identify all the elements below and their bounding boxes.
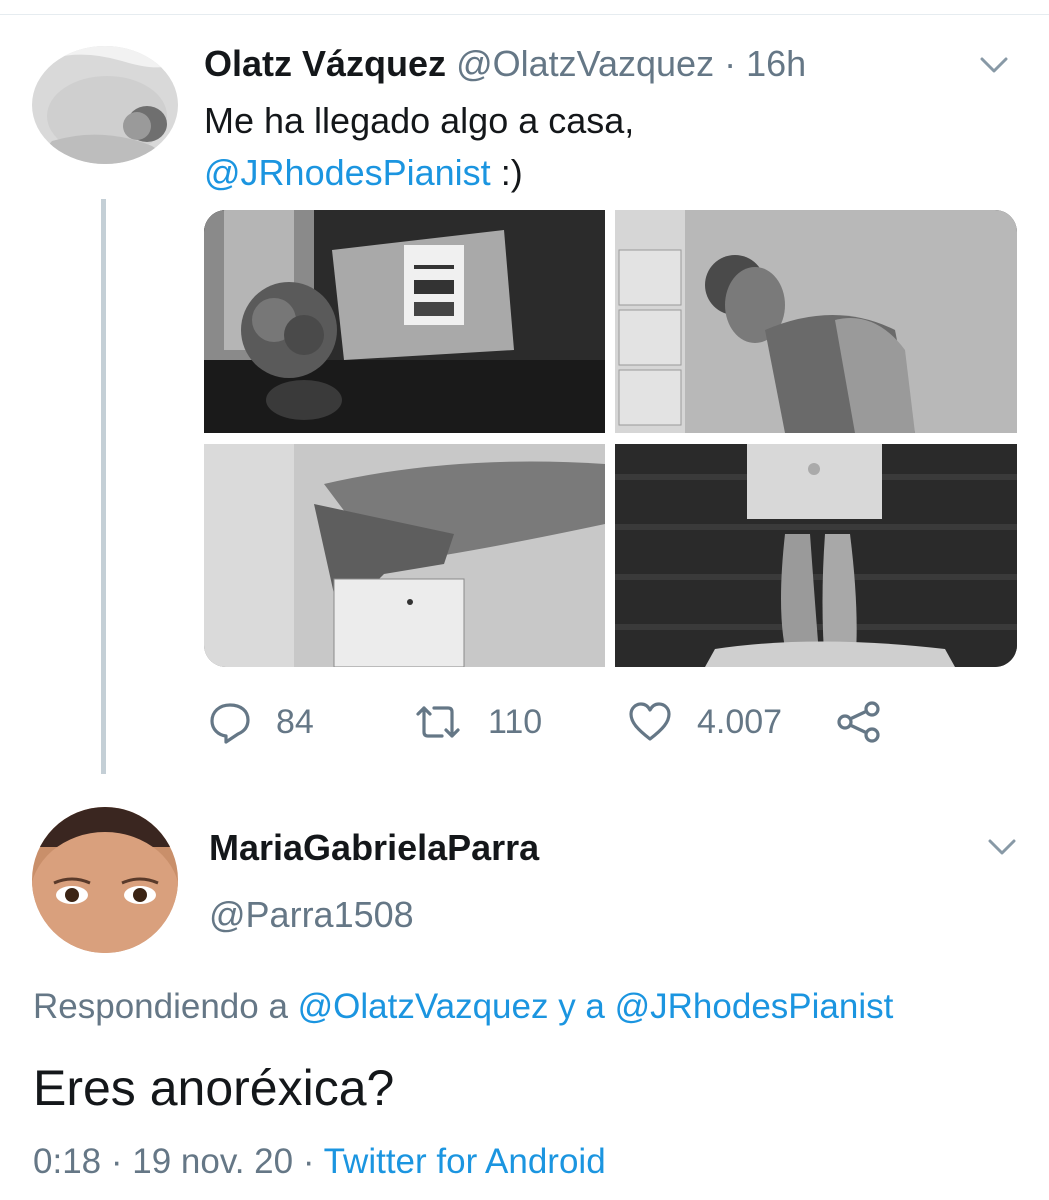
retweet-button[interactable]: 110 — [412, 700, 542, 744]
reply-text: Eres anoréxica? — [33, 1060, 395, 1116]
tweet-text: Me ha llegado algo a casa, @JRhodesPiani… — [204, 95, 634, 199]
chevron-down-icon[interactable] — [988, 838, 1016, 856]
author-name[interactable]: Olatz Vázquez — [204, 43, 446, 84]
tweet-text-line1: Me ha llegado algo a casa, — [204, 100, 635, 141]
replying-to-link-1[interactable]: @OlatzVazquez — [298, 987, 549, 1026]
reply-count: 84 — [276, 702, 314, 741]
reply-date: 19 nov. 20 — [132, 1142, 294, 1181]
avatar-photo — [32, 46, 178, 164]
reply-icon — [210, 703, 250, 744]
replying-to: Respondiendo a @OlatzVazquez y a @JRhode… — [33, 985, 893, 1029]
top-divider — [0, 14, 1049, 15]
chevron-down-icon[interactable] — [980, 56, 1008, 74]
reply-author-name[interactable]: MariaGabrielaParra — [209, 826, 539, 870]
reply-meta: 0:18 · 19 nov. 20 · Twitter for Android — [33, 1140, 606, 1184]
reply-source-link[interactable]: Twitter for Android — [324, 1142, 606, 1181]
like-count: 4.007 — [697, 702, 783, 741]
meta-separator: · — [724, 43, 737, 84]
reply-button[interactable]: 84 — [208, 700, 314, 744]
replying-conjunction: y a — [548, 987, 615, 1026]
avatar[interactable] — [32, 46, 178, 164]
photo-hand-on-box[interactable] — [204, 444, 605, 667]
retweet-icon — [416, 706, 460, 738]
reply-time: 0:18 — [33, 1142, 102, 1181]
mention-link[interactable]: @JRhodesPianist — [204, 152, 491, 193]
thread-line — [101, 199, 106, 774]
share-icon — [837, 701, 880, 743]
tweet-time[interactable]: 16h — [746, 43, 806, 84]
meta-separator: · — [293, 1142, 324, 1181]
like-button[interactable]: 4.007 — [627, 700, 782, 744]
avatar-photo — [32, 807, 178, 953]
avatar[interactable] — [32, 807, 178, 953]
photo-parcel-box[interactable] — [204, 210, 605, 433]
tweet-text-suffix: :) — [490, 152, 523, 193]
retweet-count: 110 — [488, 702, 543, 741]
photo-feet-and-laptop[interactable] — [615, 444, 1017, 667]
heart-icon — [629, 702, 671, 741]
meta-separator: · — [101, 1142, 133, 1181]
replying-to-link-2[interactable]: @JRhodesPianist — [615, 987, 894, 1026]
photo-woman-portrait[interactable] — [615, 210, 1017, 433]
replying-prefix: Respondiendo a — [33, 987, 298, 1026]
share-button[interactable] — [836, 700, 882, 744]
reply-author-handle[interactable]: @Parra1508 — [209, 893, 414, 937]
author-handle[interactable]: @OlatzVazquez — [456, 43, 714, 84]
tweet-header: Olatz Vázquez @OlatzVazquez · 16h — [204, 42, 806, 86]
